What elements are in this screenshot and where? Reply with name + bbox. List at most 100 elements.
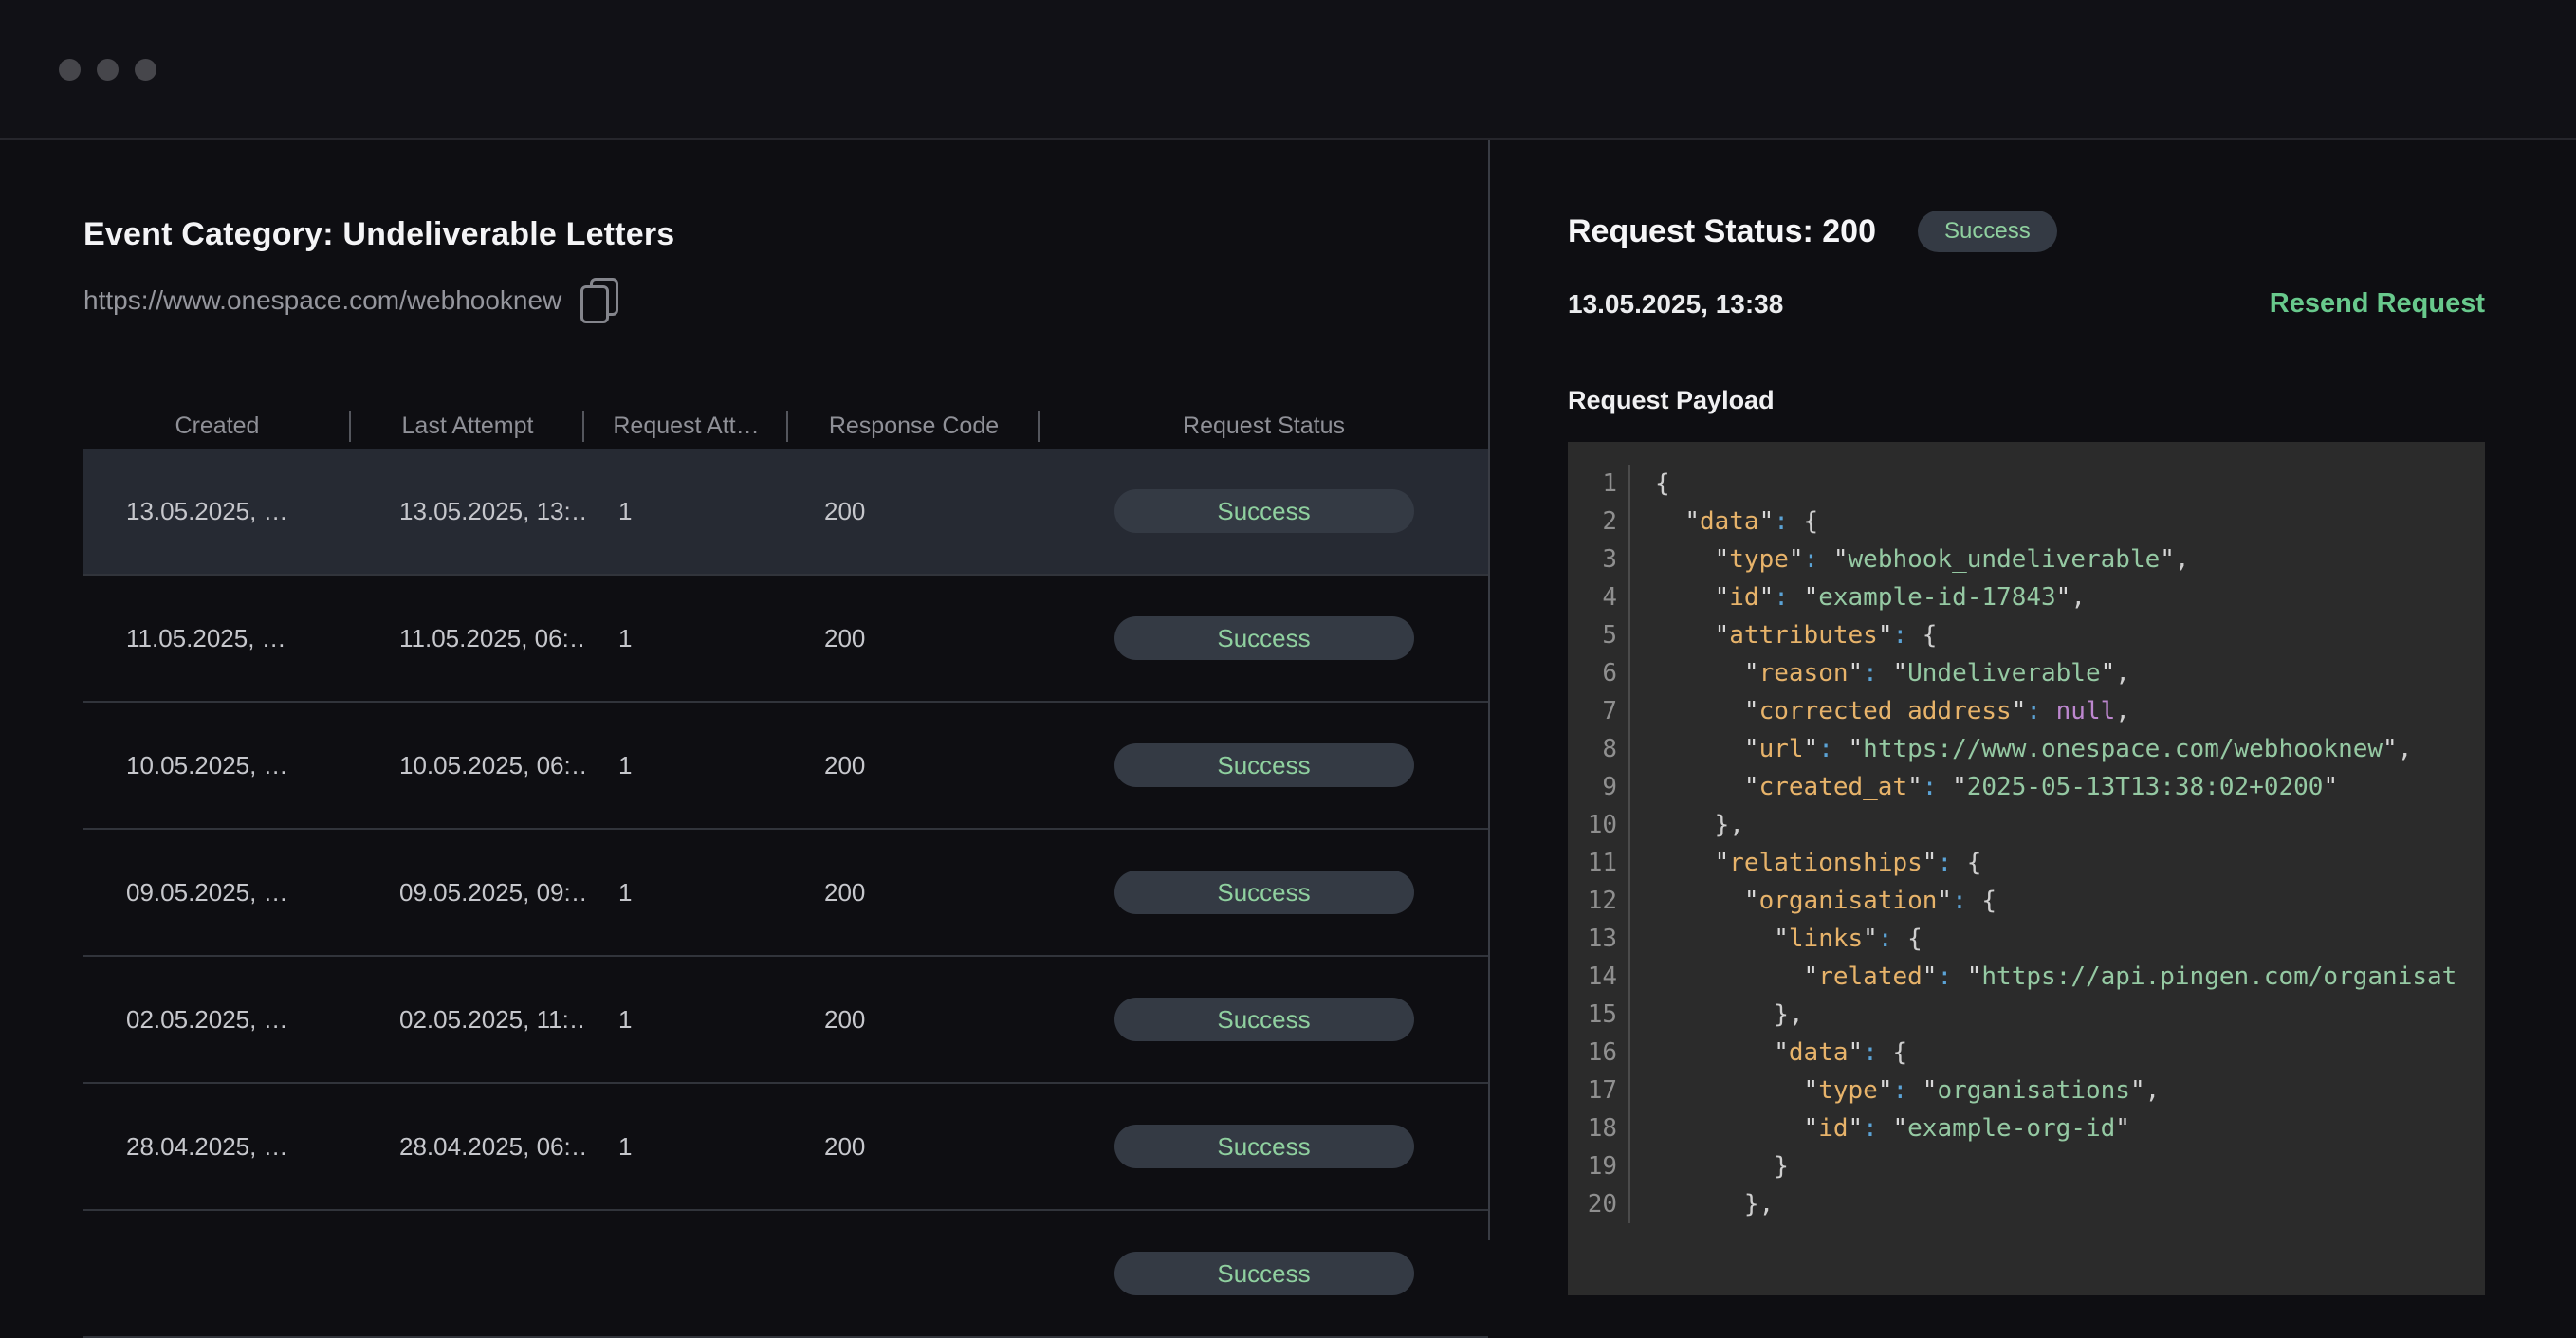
status-badge: Success [1114, 743, 1414, 787]
code-text: "id": "example-id-17843", [1628, 578, 2485, 616]
table-row[interactable]: Success [83, 1211, 1488, 1338]
cell-created: 13.05.2025, … [83, 497, 351, 526]
line-number: 4 [1568, 578, 1617, 616]
code-line: 19 } [1568, 1147, 2485, 1185]
table-row[interactable]: 28.04.2025, …28.04.2025, 06:…1200Success [83, 1084, 1488, 1211]
code-line: 10 }, [1568, 806, 2485, 844]
cell-request-status: Success [1040, 998, 1488, 1041]
code-line: 16 "data": { [1568, 1034, 2485, 1072]
code-line: 15 }, [1568, 996, 2485, 1034]
table-row[interactable]: 11.05.2025, …11.05.2025, 06:…1200Success [83, 576, 1488, 703]
line-number: 17 [1568, 1072, 1617, 1109]
line-number: 2 [1568, 503, 1617, 541]
line-number: 3 [1568, 541, 1617, 578]
line-number: 10 [1568, 806, 1617, 844]
cell-request-status: Success [1040, 1125, 1488, 1168]
code-text: "id": "example-org-id" [1628, 1109, 2485, 1147]
code-text: { [1628, 465, 2485, 503]
payload-code-viewer[interactable]: 1{2 "data": {3 "type": "webhook_undelive… [1568, 442, 2485, 1295]
cell-request-attempts: 1 [584, 1132, 788, 1162]
table-row[interactable]: 09.05.2025, …09.05.2025, 09:…1200Success [83, 830, 1488, 957]
code-line: 6 "reason": "Undeliverable", [1568, 654, 2485, 692]
cell-request-status: Success [1040, 1252, 1488, 1295]
column-header-created: Created [83, 412, 351, 440]
cell-request-attempts: 1 [584, 497, 788, 526]
line-number: 15 [1568, 996, 1617, 1034]
code-line: 4 "id": "example-id-17843", [1568, 578, 2485, 616]
code-line: 3 "type": "webhook_undeliverable", [1568, 541, 2485, 578]
code-text: }, [1628, 996, 2485, 1034]
status-badge: Success [1114, 1252, 1414, 1295]
code-line: 1{ [1568, 465, 2485, 503]
line-number: 18 [1568, 1109, 1617, 1147]
code-line: 5 "attributes": { [1568, 616, 2485, 654]
cell-request-status: Success [1040, 871, 1488, 914]
line-number: 9 [1568, 768, 1617, 806]
cell-last-attempt: 02.05.2025, 11:… [351, 1005, 584, 1035]
webhook-events-panel: Event Category: Undeliverable Letters ht… [0, 140, 1490, 1240]
line-number: 13 [1568, 920, 1617, 958]
cell-last-attempt: 10.05.2025, 06:… [351, 751, 584, 780]
cell-request-status: Success [1040, 743, 1488, 787]
status-badge: Success [1114, 998, 1414, 1041]
cell-created: 09.05.2025, … [83, 878, 351, 907]
line-number: 1 [1568, 465, 1617, 503]
cell-request-attempts: 1 [584, 878, 788, 907]
main-content: Event Category: Undeliverable Letters ht… [0, 140, 2576, 1240]
window-dot-icon[interactable] [59, 59, 81, 81]
cell-request-attempts: 1 [584, 1005, 788, 1035]
code-line: 9 "created_at": "2025-05-13T13:38:02+020… [1568, 768, 2485, 806]
cell-last-attempt: 13.05.2025, 13:… [351, 497, 584, 526]
code-text: "type": "webhook_undeliverable", [1628, 541, 2485, 578]
line-number: 11 [1568, 844, 1617, 882]
code-line: 11 "relationships": { [1568, 844, 2485, 882]
code-text: "related": "https://api.pingen.com/organ… [1628, 958, 2485, 996]
request-timestamp: 13.05.2025, 13:38 [1568, 289, 1783, 320]
cell-response-code: 200 [788, 1132, 1040, 1162]
column-header-request-attempts: Request Att… [584, 412, 788, 440]
table-row[interactable]: 13.05.2025, …13.05.2025, 13:…1200Success [83, 449, 1488, 576]
request-status-row: Request Status: 200 Success [1568, 211, 2576, 252]
table-row[interactable]: 02.05.2025, …02.05.2025, 11:…1200 Success [83, 957, 1488, 1084]
code-text: "data": { [1628, 503, 2485, 541]
cell-created: 11.05.2025, … [83, 624, 351, 653]
code-line: 8 "url": "https://www.onespace.com/webho… [1568, 730, 2485, 768]
code-line: 18 "id": "example-org-id" [1568, 1109, 2485, 1147]
column-header-last-attempt: Last Attempt [351, 412, 584, 440]
cell-response-code: 200 [788, 751, 1040, 780]
line-number: 6 [1568, 654, 1617, 692]
code-line: 13 "links": { [1568, 920, 2485, 958]
resend-request-button[interactable]: Resend Request [2270, 288, 2485, 320]
cell-last-attempt: 28.04.2025, 06:… [351, 1132, 584, 1162]
table-row[interactable]: 10.05.2025, …10.05.2025, 06:…1200Success [83, 703, 1488, 830]
window-dot-icon[interactable] [97, 59, 119, 81]
line-number: 7 [1568, 692, 1617, 730]
code-text: "links": { [1628, 920, 2485, 958]
code-text: "attributes": { [1628, 616, 2485, 654]
cell-last-attempt: 09.05.2025, 09:… [351, 878, 584, 907]
code-text: "organisation": { [1628, 882, 2485, 920]
code-line: 17 "type": "organisations", [1568, 1072, 2485, 1109]
window-dot-icon[interactable] [135, 59, 156, 81]
cell-response-code: 200 [788, 1005, 1040, 1035]
line-number: 5 [1568, 616, 1617, 654]
webhook-url-row: https://www.onespace.com/webhooknew [83, 278, 1488, 323]
status-badge: Success [1114, 616, 1414, 660]
window-titlebar [0, 0, 2576, 140]
status-badge: Success [1918, 211, 2057, 252]
cell-created: 28.04.2025, … [83, 1132, 351, 1162]
line-number: 19 [1568, 1147, 1617, 1185]
code-text: "url": "https://www.onespace.com/webhook… [1628, 730, 2485, 768]
requests-table-body: 13.05.2025, …13.05.2025, 13:…1200Success… [83, 449, 1488, 1338]
code-line: 20 }, [1568, 1185, 2485, 1223]
status-badge: Success [1114, 489, 1414, 533]
copy-icon[interactable] [580, 278, 618, 323]
requests-table: Created Last Attempt Request Att… Respon… [83, 403, 1488, 1338]
webhook-url: https://www.onespace.com/webhooknew [83, 285, 561, 316]
cell-created: 02.05.2025, … [83, 1005, 351, 1035]
code-text: "data": { [1628, 1034, 2485, 1072]
cell-response-code: 200 [788, 624, 1040, 653]
code-text: "corrected_address": null, [1628, 692, 2485, 730]
code-line: 14 "related": "https://api.pingen.com/or… [1568, 958, 2485, 996]
page-title: Event Category: Undeliverable Letters [83, 216, 1488, 253]
